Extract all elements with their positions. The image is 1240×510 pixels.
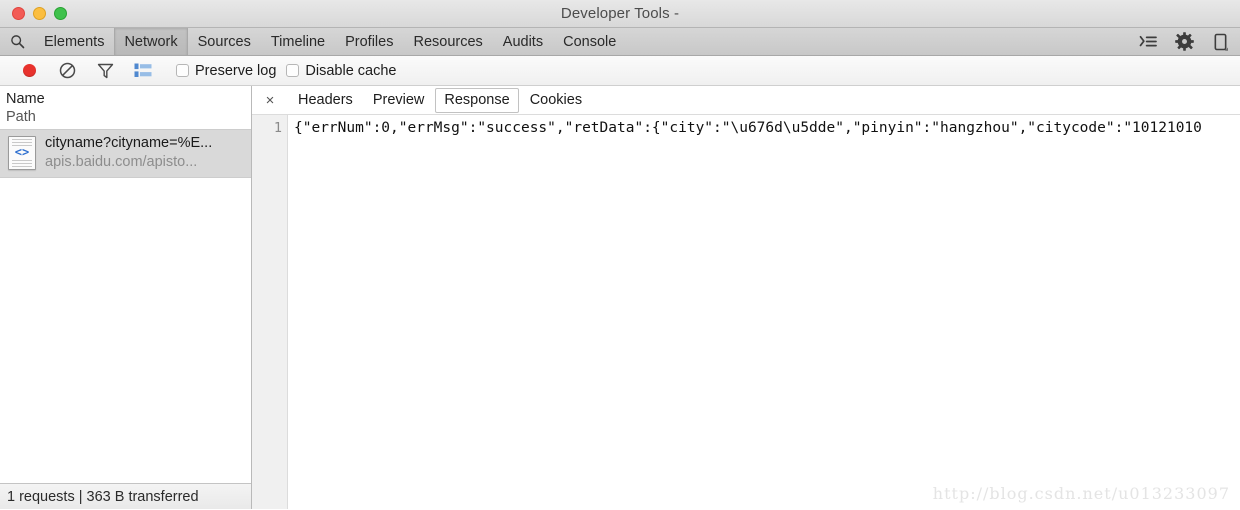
- tab-network[interactable]: Network: [114, 28, 188, 55]
- panel-bar-actions: [1138, 28, 1240, 55]
- tab-timeline[interactable]: Timeline: [261, 28, 335, 55]
- panel-tabs: Elements Network Sources Timeline Profil…: [34, 28, 626, 55]
- view-list-button[interactable]: [124, 58, 162, 84]
- window-controls: [0, 7, 67, 20]
- tab-profiles[interactable]: Profiles: [335, 28, 403, 55]
- minimize-button[interactable]: [33, 7, 46, 20]
- tab-preview[interactable]: Preview: [364, 88, 434, 113]
- tab-elements[interactable]: Elements: [34, 28, 114, 55]
- network-body: Name Path <> cityname?cityname=%E... api…: [0, 86, 1240, 509]
- drawer-console-icon[interactable]: [1138, 32, 1158, 52]
- preserve-log-label: Preserve log: [195, 62, 277, 79]
- zoom-button[interactable]: [54, 7, 67, 20]
- tab-resources[interactable]: Resources: [403, 28, 492, 55]
- document-code-icon: <>: [8, 136, 36, 170]
- tab-response[interactable]: Response: [435, 87, 519, 113]
- detail-tab-bar: × Headers Preview Response Cookies: [252, 86, 1240, 115]
- response-body-text: {"errNum":0,"errMsg":"success","retData"…: [294, 120, 1202, 136]
- record-button[interactable]: [10, 58, 48, 84]
- panel-tab-bar: Elements Network Sources Timeline Profil…: [0, 28, 1240, 56]
- request-path: apis.baidu.com/apisto...: [45, 154, 198, 170]
- request-list[interactable]: <> cityname?cityname=%E... apis.baidu.co…: [0, 129, 251, 483]
- request-name: cityname?cityname=%E...: [45, 135, 213, 151]
- tab-console[interactable]: Console: [553, 28, 626, 55]
- close-icon[interactable]: ×: [252, 93, 288, 108]
- column-header-path[interactable]: Path: [6, 108, 251, 126]
- request-list-pane: Name Path <> cityname?cityname=%E... api…: [0, 86, 252, 509]
- preserve-log-checkbox[interactable]: Preserve log: [176, 63, 276, 79]
- network-toolbar: Preserve log Disable cache: [0, 56, 1240, 86]
- line-number-gutter: 1: [252, 115, 288, 509]
- status-bar: 1 requests | 363 B transferred: [0, 483, 251, 509]
- response-body-viewer[interactable]: 1 {"errNum":0,"errMsg":"success","retDat…: [252, 115, 1240, 509]
- request-list-columns: Name Path: [0, 86, 251, 129]
- close-button[interactable]: [12, 7, 25, 20]
- disable-cache-box[interactable]: [286, 64, 300, 77]
- title-bar: Developer Tools -: [0, 0, 1240, 28]
- search-icon[interactable]: [0, 28, 34, 55]
- tab-sources[interactable]: Sources: [188, 28, 261, 55]
- request-detail-pane: × Headers Preview Response Cookies 1 {"e…: [252, 86, 1240, 509]
- dock-position-icon[interactable]: [1210, 32, 1230, 52]
- developer-tools-window: Developer Tools - Elements Network Sourc…: [0, 0, 1240, 510]
- clear-button[interactable]: [48, 58, 86, 84]
- table-row[interactable]: <> cityname?cityname=%E... apis.baidu.co…: [0, 129, 251, 178]
- gear-icon[interactable]: [1174, 32, 1194, 52]
- disable-cache-label: Disable cache: [305, 62, 397, 79]
- tab-headers[interactable]: Headers: [289, 88, 362, 113]
- watermark-text: http://blog.csdn.net/u013233097: [932, 484, 1230, 503]
- disable-cache-checkbox[interactable]: Disable cache: [286, 63, 396, 79]
- filter-button[interactable]: [86, 58, 124, 84]
- window-title: Developer Tools -: [560, 5, 680, 22]
- preserve-log-box[interactable]: [176, 64, 189, 77]
- tab-audits[interactable]: Audits: [493, 28, 553, 55]
- tab-cookies[interactable]: Cookies: [521, 88, 591, 113]
- column-header-name[interactable]: Name: [6, 90, 251, 108]
- record-icon: [22, 64, 36, 77]
